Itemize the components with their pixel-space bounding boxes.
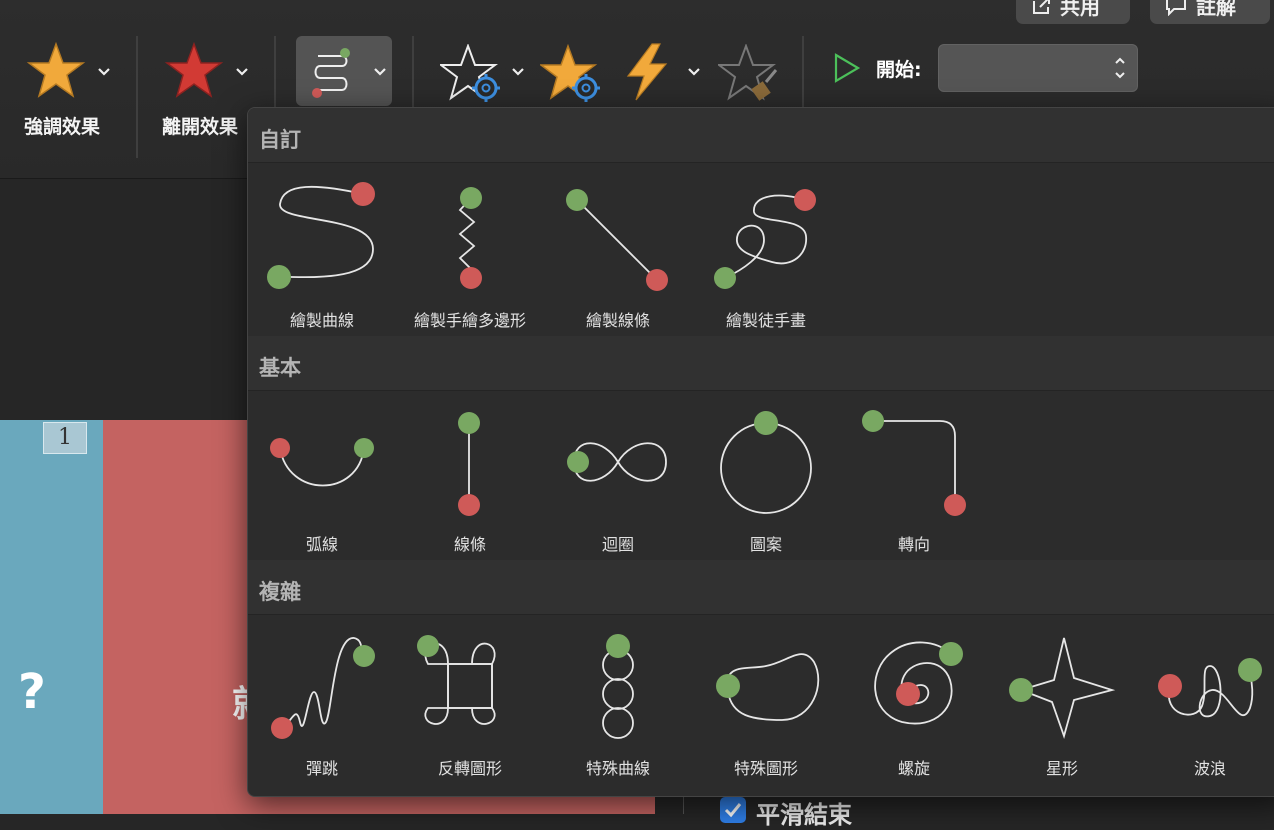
turn-icon (862, 410, 966, 516)
effect-options-star-gear-icon[interactable] (440, 44, 504, 104)
path-label: 線條 (453, 535, 486, 554)
path-label: 繪製手繪多邊形 (413, 311, 526, 330)
draw-freeform-polygon-icon (458, 187, 482, 289)
emphasis-effects-label[interactable]: 強調效果 (24, 112, 100, 139)
comments-label: 註解 (1196, 0, 1236, 19)
path-label: 繪製曲線 (289, 311, 354, 330)
path-draw-line[interactable]: 繪製線條 (544, 164, 692, 332)
path-draw-polygon[interactable]: 繪製手繪多邊形 (396, 164, 544, 332)
checkmark-icon (724, 803, 742, 818)
sidebar-divider (683, 796, 684, 814)
slide-number-badge: 1 (43, 422, 87, 454)
circle-shape-icon (720, 411, 812, 514)
play-icon[interactable] (832, 52, 862, 84)
path-label: 特殊圖形 (733, 759, 798, 778)
path-label: 星形 (1045, 759, 1078, 778)
path-draw-scribble[interactable]: 繪製徒手畫 (692, 164, 840, 332)
path-draw-curve[interactable]: 繪製曲線 (248, 164, 396, 332)
trigger-lightning-icon[interactable] (622, 42, 672, 102)
path-label: 螺旋 (897, 759, 930, 778)
path-wave[interactable]: 波浪 (1136, 612, 1274, 780)
path-label: 弧線 (305, 535, 338, 554)
wave-icon (1158, 658, 1262, 718)
bounce-icon (271, 637, 375, 739)
section-title: 自訂 (259, 128, 301, 152)
path-spiral[interactable]: 螺旋 (840, 612, 988, 780)
motion-path-icon (312, 48, 350, 98)
effect-options-chevron-down-icon[interactable] (510, 66, 526, 78)
path-label: 特殊曲線 (585, 759, 650, 778)
emphasis-star-icon[interactable] (26, 42, 86, 100)
motion-path-dropdown: 自訂 繪製曲線 繪製手繪多邊形 繪製線條 繪製徒手畫 基本 弧線 線條 迴圈 圖… (247, 107, 1274, 797)
section-title: 複雜 (259, 580, 301, 604)
exit-star-icon[interactable] (164, 42, 224, 100)
motion-path-button[interactable] (296, 36, 392, 106)
path-shape[interactable]: 圖案 (692, 388, 840, 556)
section-header-complex: 複雜 (248, 560, 1274, 615)
smooth-end-label: 平滑結束 (756, 801, 852, 829)
share-label: 共用 (1060, 0, 1100, 19)
exit-chevron-down-icon[interactable] (234, 66, 250, 78)
special-curve-icon (602, 634, 634, 739)
path-label: 轉向 (897, 535, 930, 554)
path-star[interactable]: 星形 (988, 612, 1136, 780)
emphasis-chevron-down-icon[interactable] (96, 66, 112, 78)
draw-line-icon (566, 189, 668, 291)
path-special-shape[interactable]: 特殊圖形 (692, 612, 840, 780)
smooth-end-checkbox[interactable] (720, 797, 746, 823)
ribbon-divider (412, 36, 414, 108)
path-inverted-shape[interactable]: 反轉圖形 (396, 612, 544, 780)
start-label: 開始: (876, 59, 922, 81)
share-button[interactable]: 共用 (1016, 0, 1130, 24)
path-label: 繪製線條 (585, 311, 650, 330)
path-label: 圖案 (749, 535, 782, 554)
path-label: 迴圈 (601, 535, 634, 554)
updown-chevron-icon (1115, 57, 1125, 79)
ribbon-divider (802, 36, 804, 108)
path-special-curve[interactable]: 特殊曲線 (544, 612, 692, 780)
comment-icon (1166, 0, 1186, 16)
inverted-square-icon (417, 635, 496, 725)
animation-pane-star-gear-icon[interactable] (540, 44, 604, 104)
ribbon-divider (274, 36, 276, 108)
slide-thumbnail-pane[interactable] (0, 420, 103, 814)
line-icon (458, 412, 480, 516)
star-path-icon (1009, 637, 1116, 739)
spiral-icon (874, 641, 963, 725)
path-label: 反轉圖形 (437, 759, 502, 778)
motion-path-chevron-down-icon (374, 68, 386, 76)
path-label: 波浪 (1193, 759, 1226, 778)
path-turn[interactable]: 轉向 (840, 388, 988, 556)
slide-question-mark: ? (18, 664, 46, 720)
trigger-chevron-down-icon[interactable] (686, 66, 702, 78)
section-header-custom: 自訂 (248, 108, 1274, 163)
path-label: 彈跳 (305, 759, 338, 778)
path-label: 繪製徒手畫 (725, 311, 806, 330)
loop-icon (567, 442, 667, 482)
comments-button[interactable]: 註解 (1150, 0, 1270, 24)
draw-curve-icon (267, 182, 375, 289)
section-header-basic: 基本 (248, 336, 1274, 391)
path-loop[interactable]: 迴圈 (544, 388, 692, 556)
path-line[interactable]: 線條 (396, 388, 544, 556)
arc-icon (270, 438, 374, 487)
start-select[interactable] (938, 44, 1138, 92)
share-icon (1033, 0, 1050, 14)
special-shape-icon (716, 653, 820, 721)
exit-effects-label[interactable]: 離開效果 (162, 112, 238, 139)
path-bounce[interactable]: 彈跳 (248, 612, 396, 780)
animation-painter-icon[interactable] (718, 44, 782, 104)
path-arc[interactable]: 弧線 (248, 388, 396, 556)
ribbon-divider (136, 36, 138, 158)
draw-scribble-icon (714, 189, 816, 289)
section-title: 基本 (259, 356, 301, 380)
